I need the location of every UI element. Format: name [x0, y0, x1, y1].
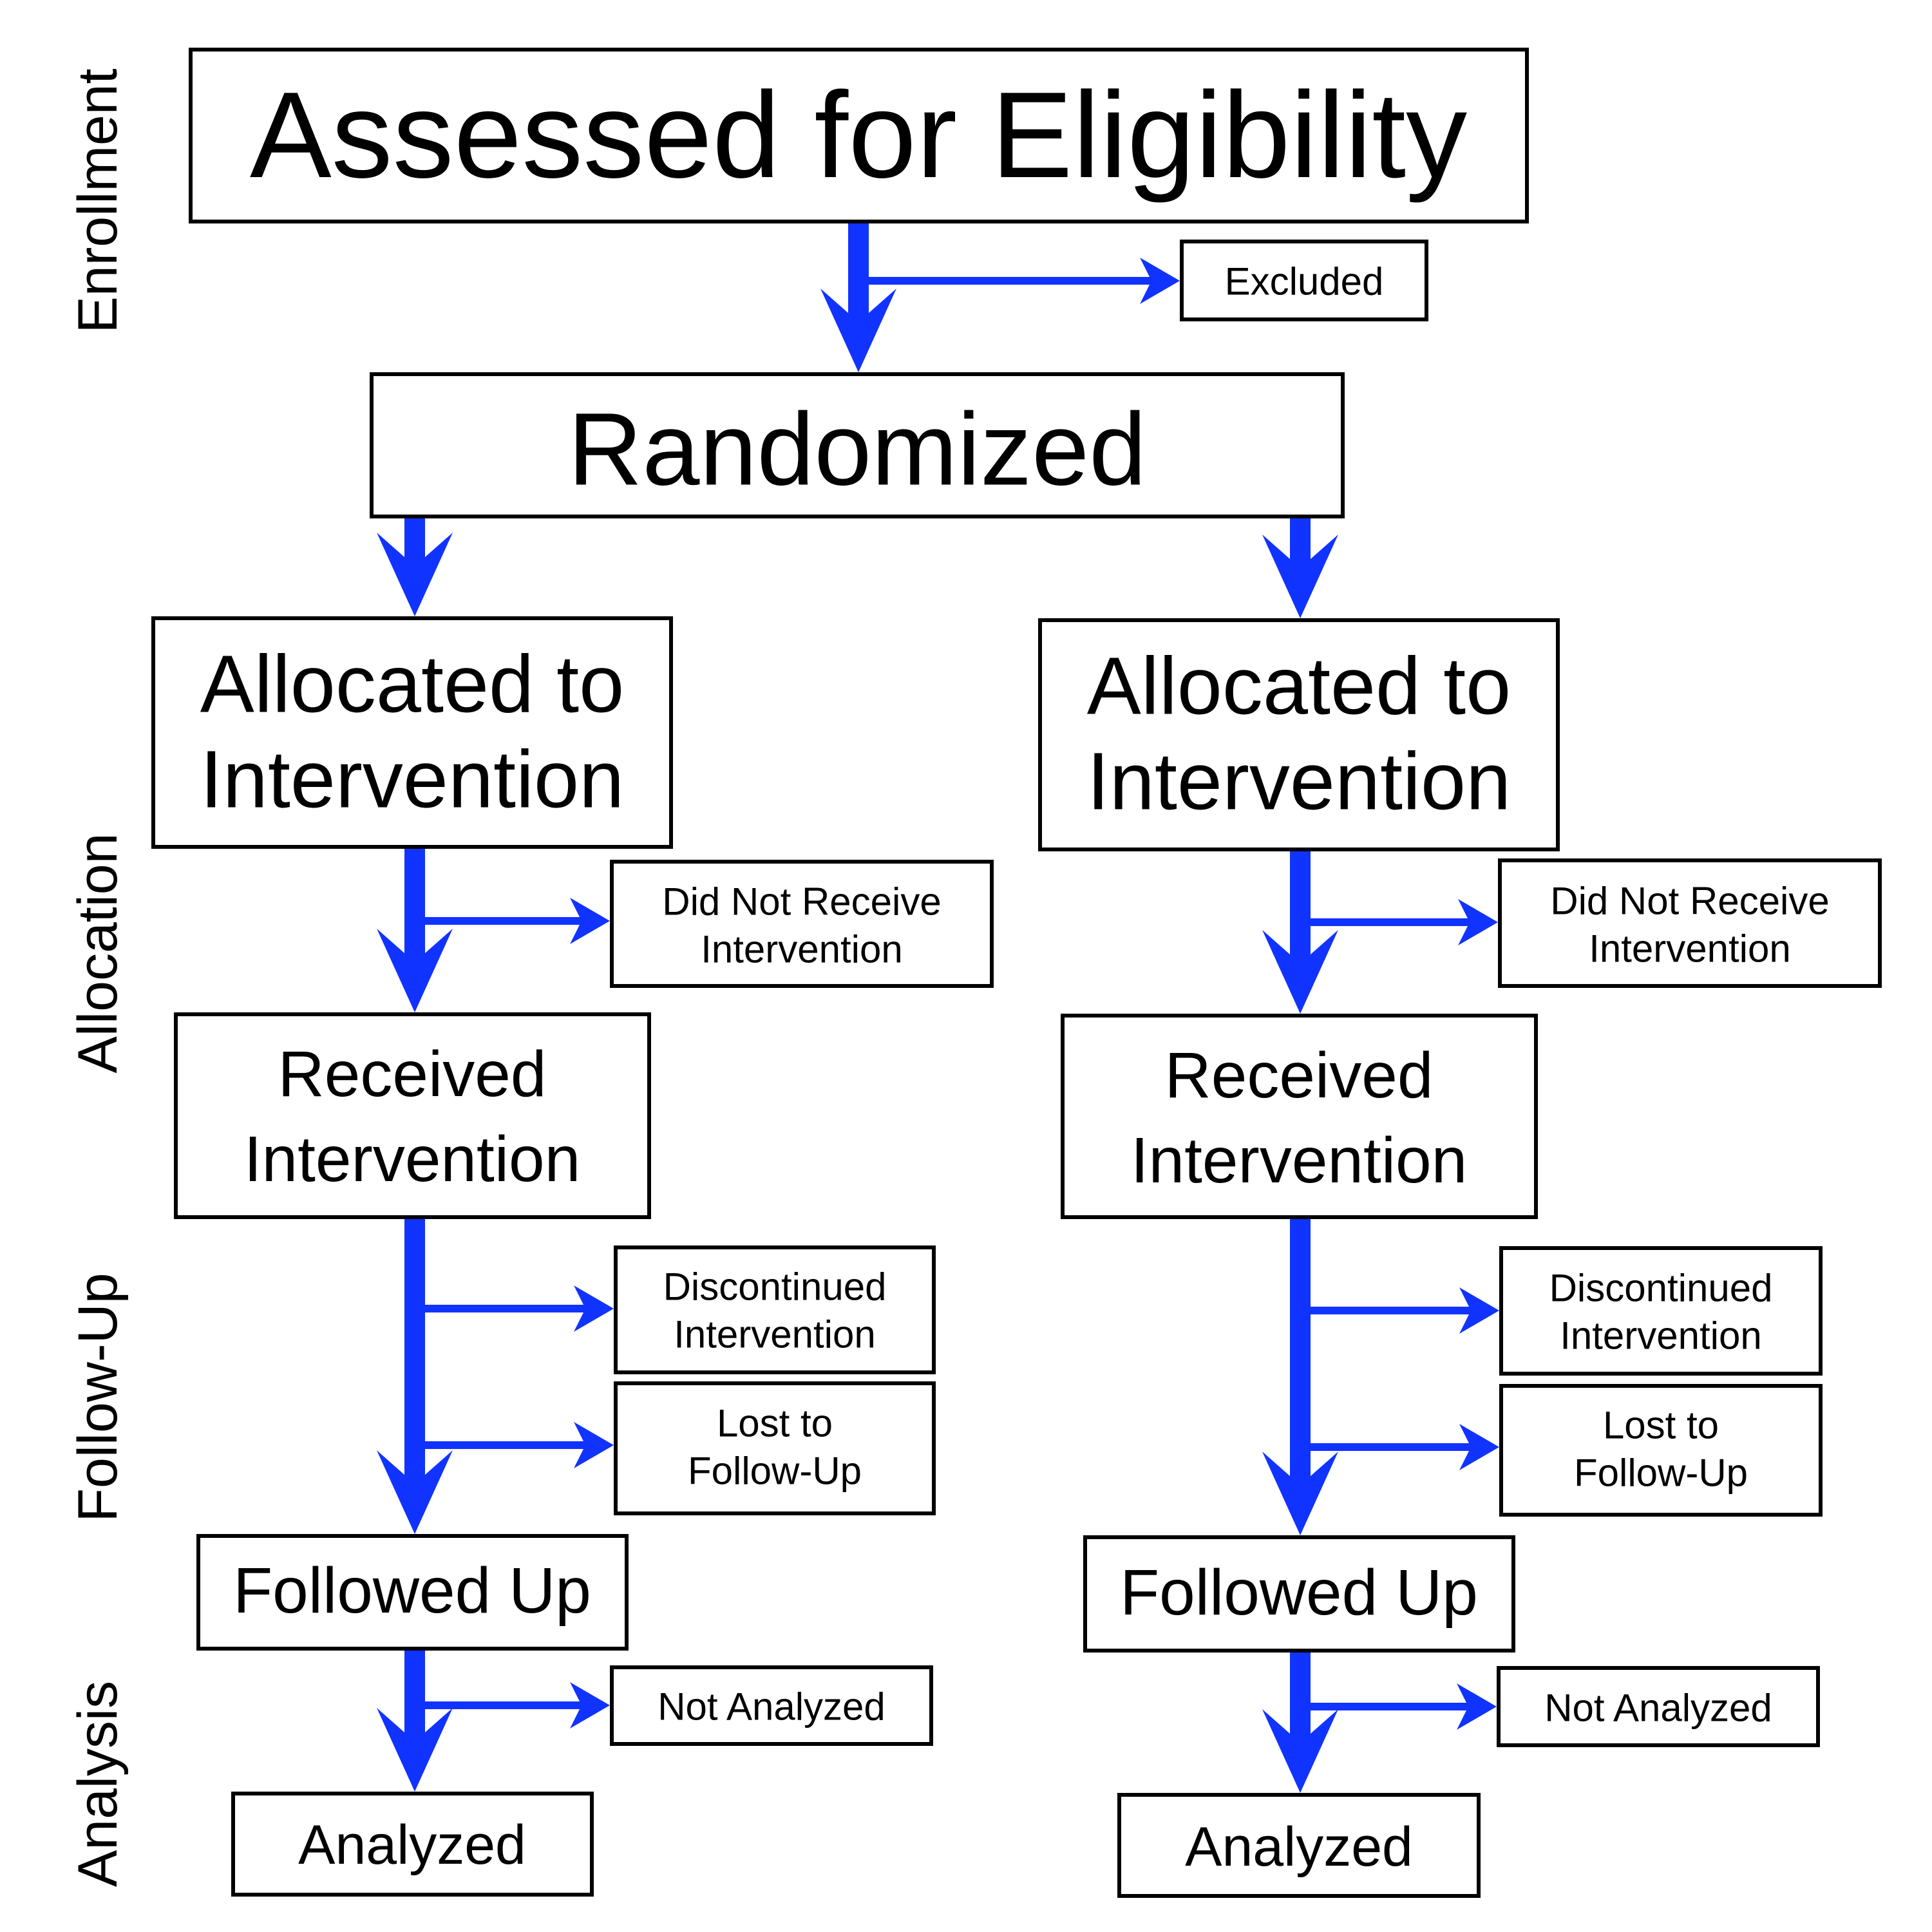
- phase-label-analysis: Analysis: [67, 1681, 129, 1887]
- node-assessed-for-eligibility: Assessed for Eligibility: [189, 48, 1529, 223]
- node-analyzed-label: Analyzed: [298, 1814, 526, 1876]
- node-received-line1: Received: [278, 1038, 547, 1110]
- node-lost-line2: Follow-Up: [688, 1450, 862, 1493]
- consort-flow-diagram: Enrollment Allocation Follow-Up Analysis…: [67, 48, 1882, 1898]
- node-not-analyzed: Not Analyzed: [1497, 1666, 1820, 1747]
- node-lost-to-follow-up: Lost to Follow-Up: [614, 1381, 936, 1515]
- phase-label-allocation: Allocation: [67, 833, 129, 1074]
- node-allocated: Allocated to Intervention: [151, 616, 673, 849]
- node-analyzed-label: Analyzed: [1185, 1816, 1413, 1878]
- node-followed-up: Followed Up: [1083, 1535, 1515, 1653]
- node-excluded: Excluded: [1180, 240, 1428, 321]
- node-did-not-receive-line2: Intervention: [1589, 927, 1791, 971]
- arrow-arm1-to-not-analyzed-shaft: [424, 1701, 582, 1709]
- node-did-not-receive-line2: Intervention: [701, 928, 903, 971]
- node-not-analyzed: Not Analyzed: [610, 1665, 933, 1746]
- node-allocated: Allocated to Intervention: [1038, 618, 1560, 851]
- node-lost-line1: Lost to: [1603, 1404, 1719, 1447]
- node-discontinued: Discontinued Intervention: [1499, 1246, 1823, 1376]
- node-received-line2: Intervention: [1131, 1124, 1468, 1197]
- arrow-arm2-received-to-followed-up-stem: [1290, 1217, 1311, 1482]
- node-not-analyzed-label: Not Analyzed: [1544, 1687, 1772, 1730]
- node-did-not-receive-line1: Did Not Receive: [662, 880, 942, 923]
- arrow-arm2-followed-up-to-analyzed-stem: [1290, 1651, 1311, 1740]
- node-received-line2: Intervention: [244, 1123, 581, 1195]
- arrow-assessed-to-randomized-stem: [848, 222, 869, 319]
- arrow-arm1-allocated-to-received-stem: [404, 847, 425, 960]
- node-lost-line2: Follow-Up: [1574, 1452, 1748, 1495]
- phase-label-follow-up: Follow-Up: [67, 1273, 129, 1522]
- node-received-line1: Received: [1165, 1039, 1434, 1112]
- node-allocated-line2: Intervention: [1087, 736, 1511, 827]
- node-followed-up-label: Followed Up: [1120, 1557, 1478, 1629]
- node-discontinued-line1: Discontinued: [1549, 1267, 1773, 1310]
- node-did-not-receive-line1: Did Not Receive: [1550, 880, 1830, 923]
- arrow-arm2-to-not-analyzed-shaft: [1309, 1703, 1468, 1710]
- node-discontinued-line2: Intervention: [1560, 1314, 1762, 1358]
- node-discontinued-line1: Discontinued: [663, 1265, 887, 1309]
- node-followed-up-label: Followed Up: [233, 1555, 591, 1627]
- node-allocated-line1: Allocated to: [200, 639, 624, 730]
- node-analyzed: Analyzed: [231, 1792, 594, 1897]
- node-assessed-label: Assessed for Eligibility: [250, 67, 1467, 204]
- arrow-arm1-to-discontinued-shaft: [424, 1305, 585, 1312]
- node-did-not-receive: Did Not Receive Intervention: [1498, 858, 1882, 988]
- node-allocated-line2: Intervention: [200, 734, 624, 825]
- node-discontinued: Discontinued Intervention: [614, 1245, 936, 1374]
- arrow-arm1-followed-up-to-analyzed-stem: [404, 1649, 425, 1739]
- node-lost-line1: Lost to: [717, 1402, 833, 1445]
- phase-label-enrollment: Enrollment: [67, 68, 129, 333]
- arrow-arm1-to-lost-shaft: [424, 1441, 585, 1449]
- node-randomized: Randomized: [370, 372, 1345, 518]
- node-did-not-receive: Did Not Receive Intervention: [610, 860, 994, 988]
- node-followed-up: Followed Up: [196, 1534, 629, 1651]
- arrow-arm1-to-did-not-receive-shaft: [424, 917, 582, 925]
- arrow-randomized-to-arm1-stem: [404, 516, 425, 564]
- arrow-arm2-to-lost-shaft: [1309, 1443, 1471, 1451]
- node-allocated-line1: Allocated to: [1087, 641, 1511, 732]
- node-excluded-label: Excluded: [1225, 260, 1384, 303]
- arrow-arm2-to-discontinued-shaft: [1309, 1307, 1471, 1314]
- node-randomized-label: Randomized: [568, 392, 1146, 507]
- node-discontinued-line2: Intervention: [674, 1313, 876, 1356]
- node-lost-to-follow-up: Lost to Follow-Up: [1499, 1384, 1823, 1517]
- arrow-randomized-to-arm2-stem: [1290, 516, 1311, 565]
- arrow-arm2-allocated-to-received-stem: [1290, 849, 1311, 961]
- node-not-analyzed-label: Not Analyzed: [658, 1685, 886, 1728]
- node-analyzed: Analyzed: [1117, 1793, 1481, 1898]
- arrow-arm1-received-to-followed-up-stem: [404, 1217, 425, 1481]
- node-received: Received Intervention: [1061, 1014, 1538, 1219]
- arrow-arm2-to-did-not-receive-shaft: [1309, 918, 1470, 926]
- node-received: Received Intervention: [174, 1012, 651, 1219]
- arrow-to-excluded-shaft: [863, 277, 1151, 285]
